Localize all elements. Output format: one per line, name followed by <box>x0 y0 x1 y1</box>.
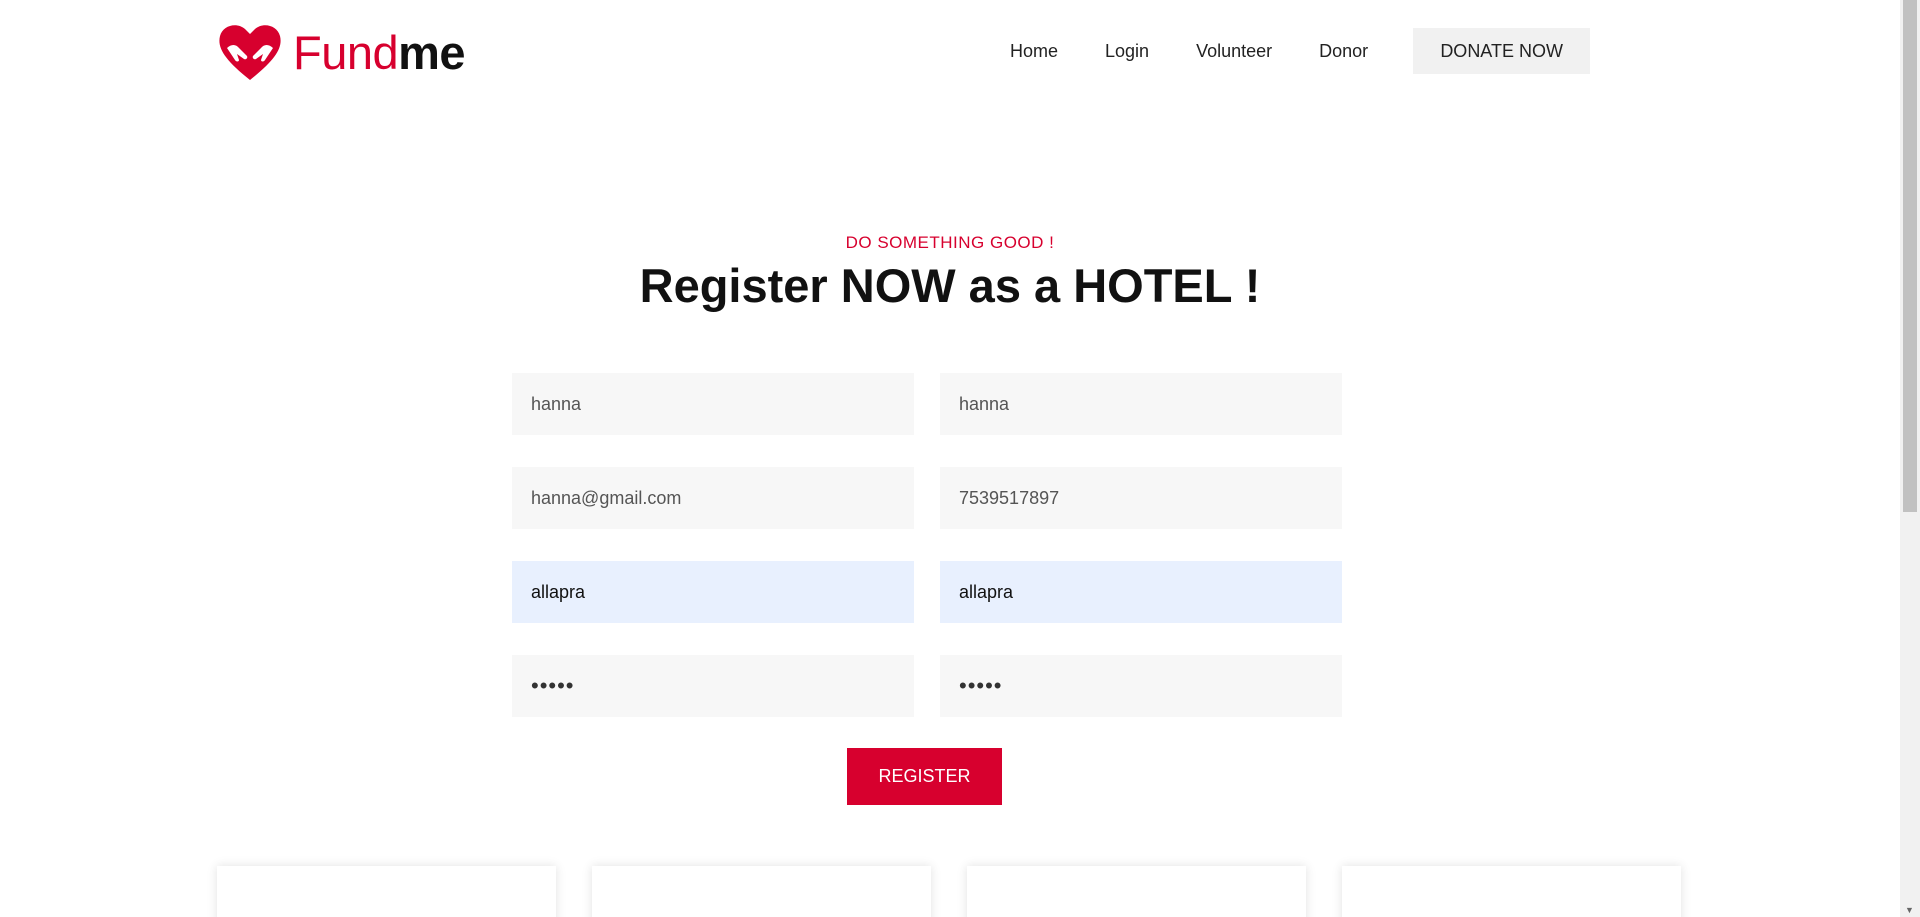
address-field-2[interactable] <box>940 561 1342 623</box>
nav-home[interactable]: Home <box>1010 28 1058 74</box>
form-row-1 <box>512 373 1342 435</box>
feature-card <box>1342 866 1681 917</box>
nav-login[interactable]: Login <box>1105 28 1149 74</box>
hotel-register-form <box>512 373 1342 749</box>
section-subtitle: DO SOMETHING GOOD ! <box>845 233 1055 252</box>
logo-text-me: me <box>398 25 466 79</box>
phone-field[interactable] <box>940 467 1342 529</box>
password-field[interactable] <box>512 655 914 717</box>
nav-donor[interactable]: Donor <box>1319 28 1368 74</box>
page: Fundme Home Login Volunteer Donor DONATE… <box>0 0 1920 917</box>
logo[interactable]: Fundme <box>217 22 466 82</box>
form-row-3 <box>512 561 1342 623</box>
scroll-down-arrow-icon[interactable]: ▼ <box>1905 906 1914 915</box>
heart-hands-icon <box>219 25 281 80</box>
logo-wordmark: Fundme <box>293 25 466 79</box>
nav-volunteer[interactable]: Volunteer <box>1196 28 1272 74</box>
feature-card <box>967 866 1306 917</box>
donate-now-button[interactable]: DONATE NOW <box>1413 28 1591 74</box>
vertical-scrollbar[interactable]: ▼ <box>1900 0 1920 917</box>
email-field[interactable] <box>512 467 914 529</box>
page-title: Register NOW as a HOTEL ! <box>639 259 1261 312</box>
name-field-1[interactable] <box>512 373 914 435</box>
main-nav: Home Login Volunteer Donor DONATE NOW <box>1010 28 1591 74</box>
feature-card <box>592 866 931 917</box>
site-header: Fundme Home Login Volunteer Donor DONATE… <box>0 0 1900 102</box>
logo-text-fund: Fund <box>293 25 399 79</box>
confirm-password-field[interactable] <box>940 655 1342 717</box>
form-row-4 <box>512 655 1342 717</box>
feature-cards <box>217 866 1681 917</box>
feature-card <box>217 866 556 917</box>
scrollbar-thumb[interactable] <box>1903 0 1917 512</box>
name-field-2[interactable] <box>940 373 1342 435</box>
register-button[interactable]: REGISTER <box>847 748 1002 805</box>
address-field-1[interactable] <box>512 561 914 623</box>
form-row-2 <box>512 467 1342 529</box>
